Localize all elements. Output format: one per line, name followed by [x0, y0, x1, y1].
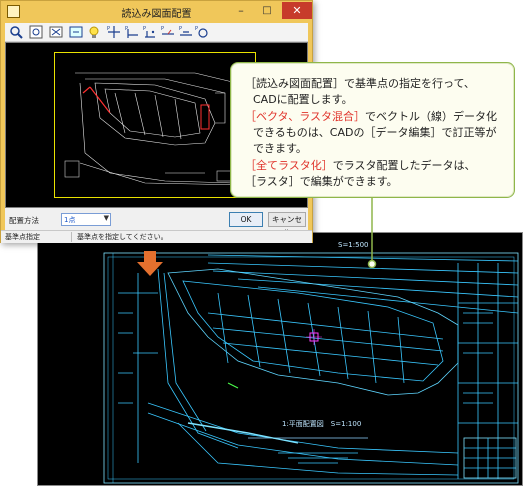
- callout-line-2: CADに配置します。: [253, 93, 353, 106]
- minimize-button[interactable]: –: [229, 3, 253, 19]
- svg-text:P: P: [143, 26, 146, 32]
- zoom-icon[interactable]: [9, 25, 23, 39]
- pan-icon[interactable]: [69, 25, 83, 39]
- point-5-icon[interactable]: P: [179, 25, 193, 39]
- cancel-button[interactable]: キャンセル: [268, 212, 306, 237]
- cad-drawing: [103, 252, 519, 484]
- chevron-down-icon: ▼: [103, 214, 109, 222]
- arrow-down-icon: [137, 251, 163, 276]
- svg-text:P: P: [195, 26, 198, 32]
- placement-method-label: 配置方法: [9, 216, 39, 225]
- callout-line-1: ［読込み図面配置］で基準点の指定を行って、: [245, 77, 475, 90]
- point-1-icon[interactable]: P: [107, 25, 121, 39]
- callout-line-4: できるものは、CADの［データ編集］で訂正等が: [253, 126, 497, 139]
- callout-line-3-rest: でベクトル（線）データ化: [365, 110, 498, 123]
- dialog-toolbar: P P P P P P: [5, 23, 308, 42]
- point-6-icon[interactable]: P: [195, 25, 209, 39]
- point-3-icon[interactable]: P: [143, 25, 157, 39]
- dialog-titlebar[interactable]: 読込み図面配置 – □ ✕: [1, 1, 312, 23]
- svg-text:P: P: [107, 26, 110, 32]
- status-mode: 基準点指定: [5, 233, 40, 241]
- placement-method-value: 1点: [64, 216, 76, 224]
- bulb-icon[interactable]: [87, 25, 101, 39]
- cad-plan-label: 1:平面配置図 S=1:100: [282, 420, 362, 428]
- callout-all-raster: ［全てラスタ化］: [245, 159, 333, 172]
- placement-method-select[interactable]: 1点 ▼: [61, 213, 111, 226]
- callout-line-5: できます。: [253, 142, 307, 155]
- svg-text:P: P: [125, 26, 128, 32]
- status-bar: 基準点指定 基準点を指定してください。: [1, 230, 312, 243]
- close-button[interactable]: ✕: [282, 2, 312, 19]
- point-4-icon[interactable]: P: [161, 25, 175, 39]
- dialog-bottom-panel: 配置方法 1点 ▼ OK キャンセル: [5, 208, 308, 237]
- preview-drawing: [64, 72, 246, 186]
- explanation-callout: ［読込み図面配置］で基準点の指定を行って、 CADに配置します。 ［ベクタ、ラス…: [230, 62, 515, 198]
- callout-line-6-rest: でラスタ配置したデータは、: [332, 159, 476, 172]
- callout-vector-raster-mixed: ［ベクタ、ラスタ混合］: [245, 110, 366, 123]
- ok-button[interactable]: OK: [229, 212, 263, 227]
- maximize-button[interactable]: □: [255, 3, 279, 19]
- point-2-icon[interactable]: P: [125, 25, 139, 39]
- svg-text:P: P: [161, 26, 164, 32]
- status-message: 基準点を指定してください。: [77, 233, 168, 241]
- svg-text:P: P: [179, 26, 182, 32]
- cad-canvas[interactable]: 1:平面配置図 S=1:100 S=1:500: [37, 232, 523, 486]
- preview-frame: [54, 52, 256, 198]
- callout-line-7: ［ラスタ］で編集ができます。: [245, 175, 398, 188]
- fit-icon[interactable]: [49, 25, 63, 39]
- callout-line-3: ［ベクタ、ラスタ混合］でベクトル（線）データ化: [245, 108, 497, 124]
- cad-top-label: S=1:500: [338, 241, 369, 249]
- callout-pointer: [367, 198, 377, 269]
- callout-line-6: ［全てラスタ化］でラスタ配置したデータは、: [245, 157, 476, 173]
- status-divider: [71, 232, 72, 242]
- zoom-window-icon[interactable]: [29, 25, 43, 39]
